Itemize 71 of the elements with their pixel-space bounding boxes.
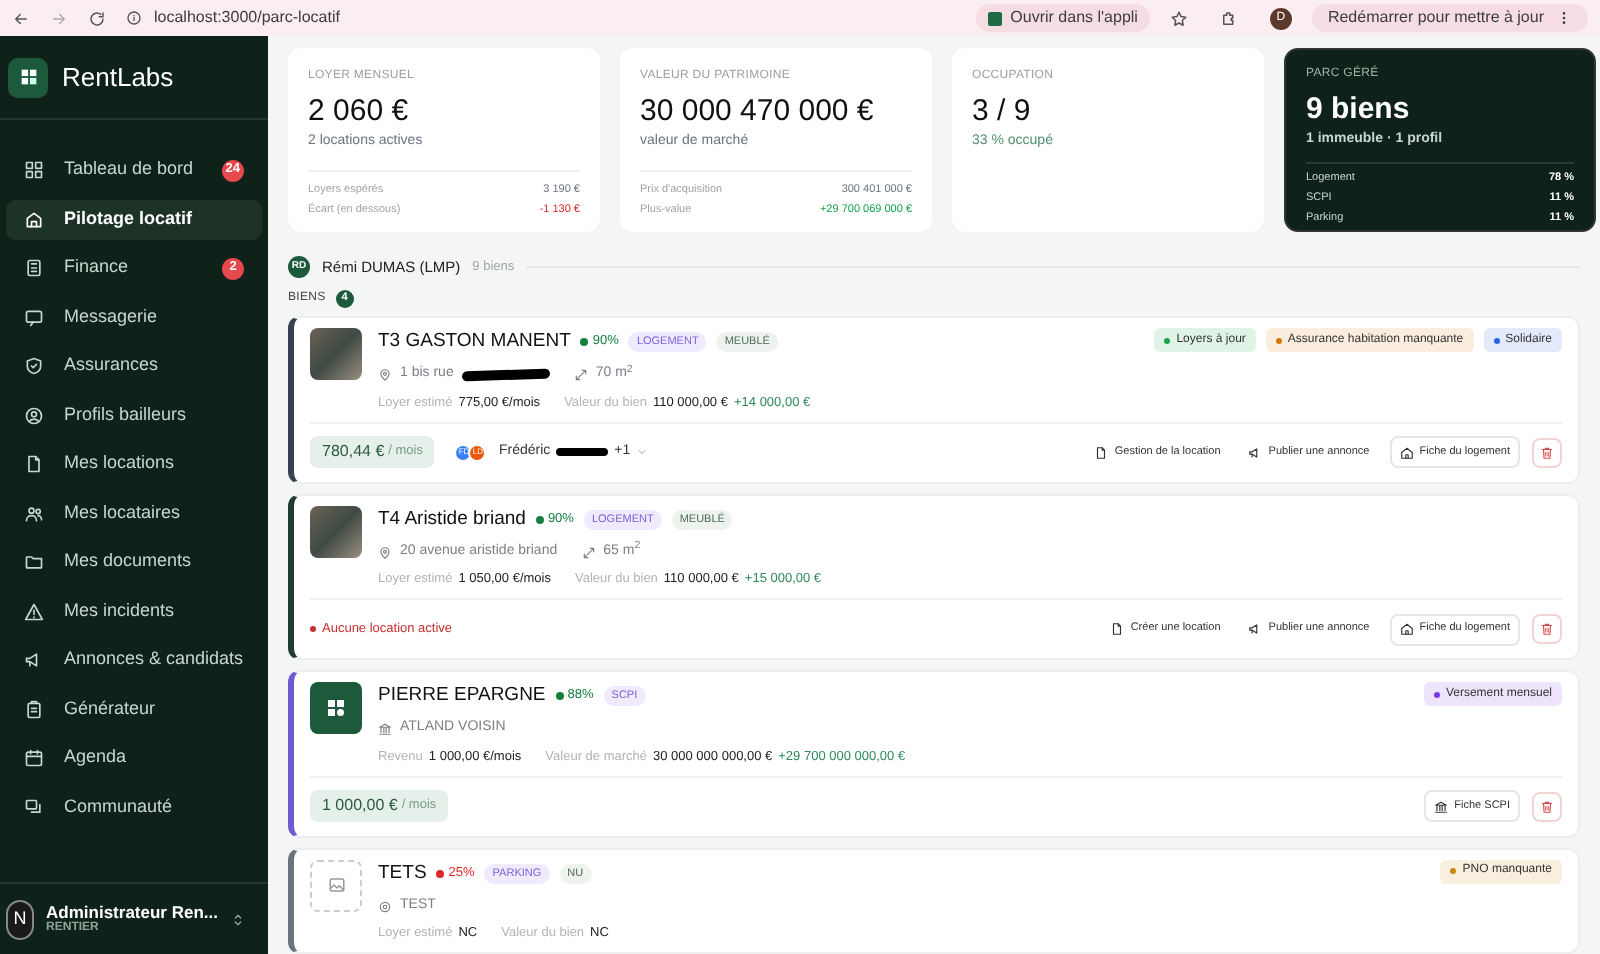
update-button[interactable]: Redémarrer pour mettre à jour xyxy=(1311,4,1588,32)
photo-placeholder xyxy=(310,505,362,557)
warning-icon xyxy=(24,601,44,621)
nav-item[interactable]: Mes locataires xyxy=(6,493,262,533)
document-icon xyxy=(24,454,44,474)
stat-value: 30 000 470 000 € xyxy=(640,92,876,132)
address-bar[interactable]: localhost:3000/parc-locatif xyxy=(154,6,340,30)
calculator-icon xyxy=(24,258,44,278)
info-icon xyxy=(126,10,142,26)
nav-item[interactable]: Communauté xyxy=(6,787,262,827)
users-icon xyxy=(24,503,44,523)
user-circle-icon xyxy=(24,405,44,425)
logo-grid-icon xyxy=(17,66,39,88)
image-icon xyxy=(327,876,345,894)
nav-item[interactable]: Annonces & candidats xyxy=(6,640,262,680)
property-title: T4 Aristide briand xyxy=(378,505,526,533)
folder-icon xyxy=(24,552,44,572)
nav-item[interactable]: Assurances xyxy=(6,346,262,386)
stat-value: 9 biens xyxy=(1306,90,1412,130)
document-icon xyxy=(1094,445,1109,459)
nav-item[interactable]: Profils bailleurs xyxy=(6,395,262,435)
chat-icon xyxy=(24,797,44,817)
stat-value: 2 060 € xyxy=(308,92,411,132)
delete-button[interactable] xyxy=(1532,437,1562,467)
star-icon[interactable] xyxy=(1169,9,1188,27)
megaphone-icon xyxy=(1248,622,1263,636)
extension-icon[interactable] xyxy=(1219,9,1238,27)
photo-placeholder xyxy=(310,328,362,380)
delete-button[interactable] xyxy=(1532,614,1562,644)
document-icon xyxy=(1110,622,1125,636)
user-name: Administrateur Ren... xyxy=(46,903,218,922)
trash-icon xyxy=(1540,799,1554,813)
building-icon xyxy=(24,209,44,229)
location-pin-icon xyxy=(378,368,392,382)
nav-item[interactable]: Mes documents xyxy=(6,542,262,582)
property-title: PIERRE EPARGNE xyxy=(378,682,546,710)
nav-item[interactable]: Générateur xyxy=(6,689,262,729)
nav-item[interactable]: Agenda xyxy=(6,738,262,778)
property-title: T3 GASTON MANENT xyxy=(378,328,571,356)
circle-icon xyxy=(378,899,392,913)
clipboard-icon xyxy=(24,699,44,719)
message-icon xyxy=(24,307,44,327)
property-title: TETS xyxy=(378,859,427,887)
back-icon[interactable] xyxy=(12,9,30,27)
nav-item[interactable]: Mes locations xyxy=(6,444,262,484)
delete-button[interactable] xyxy=(1532,791,1562,821)
chevrons-icon xyxy=(230,911,246,927)
nav-item[interactable]: Messagerie xyxy=(6,297,262,337)
caret-icon xyxy=(636,446,649,458)
trash-icon xyxy=(1540,622,1554,636)
house-icon xyxy=(1399,445,1414,459)
nav-item[interactable]: Pilotage locatif xyxy=(6,199,262,239)
location-pin-icon xyxy=(378,545,392,559)
shield-icon xyxy=(24,356,44,376)
megaphone-icon xyxy=(1248,445,1263,459)
bank-icon xyxy=(378,722,392,736)
open-in-app-button[interactable]: Ouvrir dans l'appli xyxy=(976,4,1150,32)
house-icon xyxy=(1399,622,1414,636)
grid-icon xyxy=(324,696,348,720)
expand-icon xyxy=(581,545,596,559)
trash-icon xyxy=(1540,445,1554,459)
dashboard-icon xyxy=(24,160,44,180)
stat-value: 3 / 9 xyxy=(972,92,1033,132)
reload-icon[interactable] xyxy=(88,9,106,27)
app-icon xyxy=(988,11,1003,25)
user-avatar: N xyxy=(6,899,35,939)
expand-icon xyxy=(573,368,588,382)
bank-icon xyxy=(1434,799,1449,813)
nav-item[interactable]: Mes incidents xyxy=(6,591,262,631)
brand-name: RentLabs xyxy=(62,59,174,96)
calendar-icon xyxy=(24,748,44,768)
